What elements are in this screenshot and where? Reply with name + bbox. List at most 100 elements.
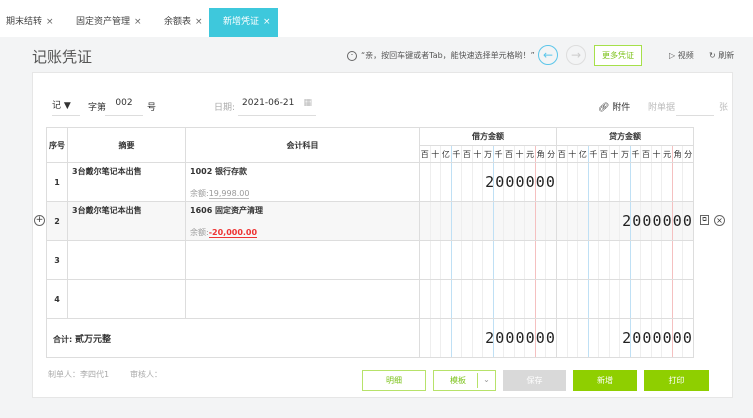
header-account: 会计科目 (185, 127, 420, 163)
chevron-down-icon[interactable]: ⌄ (477, 373, 495, 388)
digit-cell (546, 241, 556, 279)
unit-label: 角 (673, 146, 684, 162)
digit-cell (578, 163, 589, 201)
credit-cell[interactable] (556, 279, 694, 319)
add-button[interactable]: 新增 (573, 370, 637, 391)
digit-cell (504, 280, 515, 318)
close-icon[interactable]: × (46, 17, 54, 27)
digit-cell (431, 280, 442, 318)
balance: 余额:-20,000.00 (190, 227, 258, 238)
tab-label: 期末结转 (6, 17, 43, 27)
close-icon[interactable]: × (195, 17, 203, 27)
add-row-icon[interactable]: + (34, 215, 45, 226)
unit-label: 万 (483, 146, 494, 162)
digit-cell (473, 163, 484, 201)
tab-period-end[interactable]: 期末结转 × (0, 8, 60, 37)
digit-cell (431, 202, 442, 240)
smile-icon: ᵕ (347, 50, 357, 61)
digit-cell (610, 280, 621, 318)
account-cell[interactable]: 1002 银行存款 余额:19,998.00 (185, 162, 420, 202)
detail-button[interactable]: 明细 (362, 370, 426, 391)
digit-cell (462, 241, 473, 279)
account-cell[interactable] (185, 279, 420, 319)
digit-cell (683, 241, 693, 279)
tab-balance[interactable]: 余额表 × (158, 8, 209, 37)
credit-cell[interactable] (556, 162, 694, 202)
calendar-icon[interactable]: ▦ (303, 98, 312, 108)
unit-label: 分 (547, 150, 556, 159)
save-button[interactable]: 保存 (503, 370, 566, 391)
attached-docs-input[interactable] (676, 98, 714, 116)
digit-cell (610, 163, 621, 201)
summary-cell[interactable] (67, 240, 186, 280)
summary-cell[interactable] (67, 279, 186, 319)
digit-cell (483, 202, 494, 240)
unit-label: 百 (462, 146, 473, 162)
digit-cell (452, 163, 463, 201)
next-arrow-button[interactable]: → (566, 45, 586, 65)
more-vouchers-button[interactable]: 更多凭证 (594, 45, 642, 66)
balance-label: 余额: (190, 189, 209, 198)
total-credit: 2000000 (556, 318, 694, 358)
refresh-link[interactable]: ↻ 刷新 (709, 50, 734, 61)
template-button[interactable]: 模板 ⌄ (433, 370, 496, 391)
digit-cell (631, 163, 642, 201)
account-cell[interactable]: 1606 固定资产清理 余额:-20,000.00 (185, 201, 420, 241)
digit-cell (494, 202, 505, 240)
caret-down-icon: ▼ (63, 101, 71, 111)
close-icon[interactable]: × (263, 17, 271, 27)
digit-cell (462, 280, 473, 318)
voucher-type-select[interactable]: 记 ▼ (52, 98, 80, 116)
seq-cell: 4 (46, 279, 68, 319)
digit-cell (589, 280, 600, 318)
debit-cell[interactable]: 2000000 (419, 162, 557, 202)
debit-value: 2000000 (485, 173, 556, 191)
attachment-link[interactable]: 🔗︎ 附件 (598, 100, 630, 113)
prev-arrow-button[interactable]: ← (538, 45, 558, 65)
video-link[interactable]: ▷ 视频 (669, 50, 694, 61)
digit-cell (578, 319, 589, 357)
digit-cell (452, 280, 463, 318)
print-button[interactable]: 打印 (644, 370, 709, 391)
unit-label: 千 (589, 146, 600, 162)
copy-row-icon[interactable]: ⧉ (700, 215, 709, 225)
digit-cell (578, 202, 589, 240)
balance-label: 余额: (190, 228, 209, 237)
summary-cell[interactable]: 3台戴尔笔记本出售 (67, 162, 186, 202)
close-icon[interactable]: × (134, 17, 142, 27)
unit-label: 十 (568, 146, 579, 162)
unit-label: 亿 (578, 146, 589, 162)
hint: ᵕ “亲，按回车键或者Tab，能快速选择单元格哟！” (347, 50, 535, 61)
digit-cell (462, 202, 473, 240)
digit-cell (536, 280, 547, 318)
digit-cell (420, 202, 431, 240)
header-credit: 贷方金额 (556, 127, 694, 146)
balance-value: -20,000.00 (208, 228, 258, 238)
date-input[interactable]: 2021-06-21 ▦ (238, 98, 316, 116)
digit-cell (420, 319, 431, 357)
unit-label: 亿 (441, 146, 452, 162)
debit-cell[interactable] (419, 279, 557, 319)
credit-cell[interactable] (556, 240, 694, 280)
summary-cell[interactable]: 3台戴尔笔记本出售 (67, 201, 186, 241)
tab-new-voucher[interactable]: 新增凭证 × (209, 8, 278, 37)
voucher-number-input[interactable]: 002 (105, 98, 143, 116)
credit-cell[interactable]: 2000000 (556, 201, 694, 241)
digit-cell (452, 202, 463, 240)
tab-fixed-assets[interactable]: 固定资产管理 × (70, 8, 148, 37)
digit-cell (462, 319, 473, 357)
total-debit: 2000000 (419, 318, 557, 358)
unit-label: 百 (557, 146, 568, 162)
delete-row-icon[interactable]: × (714, 215, 725, 226)
debit-cell[interactable] (419, 201, 557, 241)
table-row: 2 3台戴尔笔记本出售 1606 固定资产清理 余额:-20,000.00 200… (46, 201, 694, 241)
debit-cell[interactable] (419, 240, 557, 280)
digit-cell (525, 202, 536, 240)
header-summary: 摘要 (67, 127, 186, 163)
account-cell[interactable] (185, 240, 420, 280)
digit-cell (473, 319, 484, 357)
debit-units: 百十亿千百十万千百十元角分 (419, 145, 557, 163)
unit-label: 元 (662, 146, 673, 162)
digit-cell (620, 241, 631, 279)
digit-cell (662, 163, 673, 201)
